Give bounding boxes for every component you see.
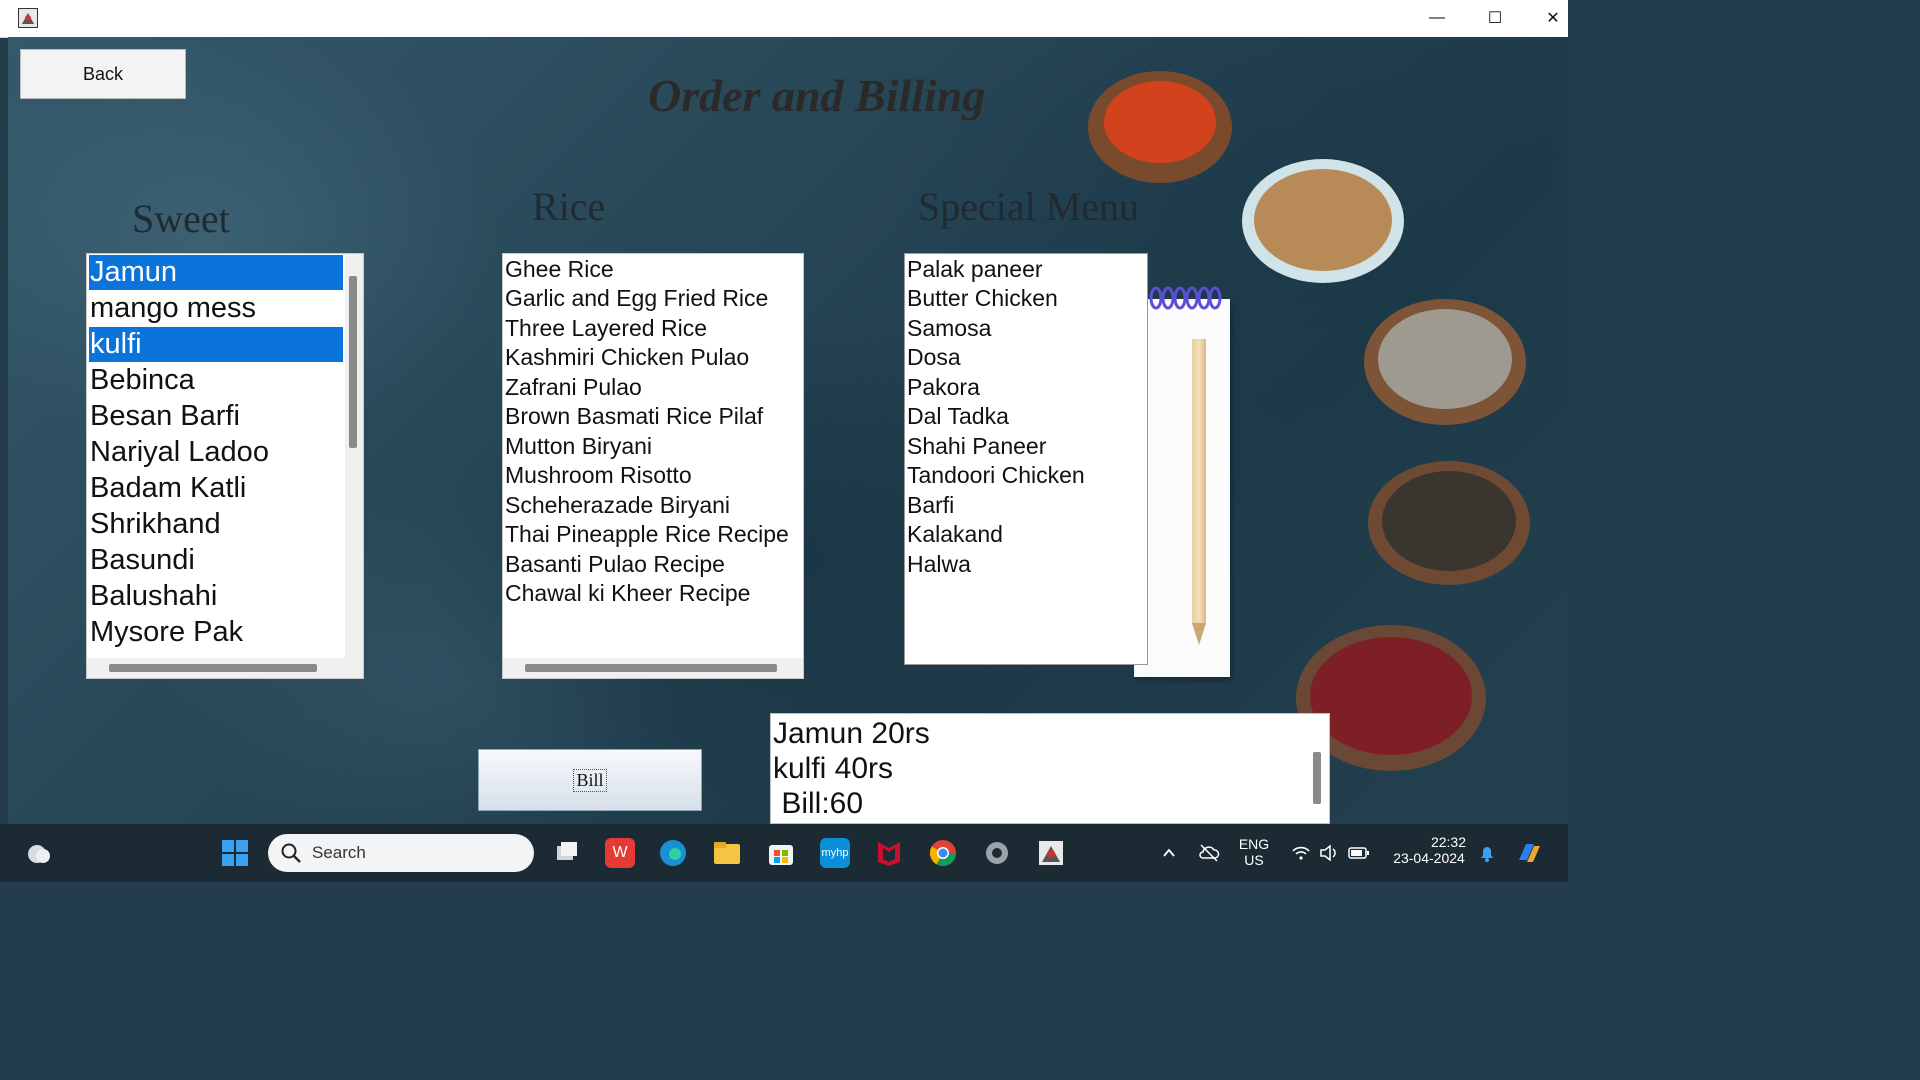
battery-icon[interactable] [1344,838,1374,868]
myhp-icon[interactable]: myhp [820,838,850,868]
rice-list-item[interactable]: Chawal ki Kheer Recipe [505,579,750,608]
taskbar: Search W myhp ENG US 22:32 23-04-2024 [0,824,1568,882]
bill-output-line: Jamun 20rs [773,717,930,750]
spice-bowl-image [1242,159,1404,283]
rice-list-item[interactable]: Brown Basmati Rice Pilaf [505,402,763,431]
rice-list-item[interactable]: Scheherazade Biryani [505,491,730,520]
pencil-image [1192,339,1206,625]
maximize-button[interactable]: ☐ [1472,4,1518,32]
chevron-up-icon[interactable] [1154,838,1184,868]
rice-list-item[interactable]: Basanti Pulao Recipe [505,550,725,579]
spice-bowl-image [1368,461,1530,585]
bill-output-textarea[interactable]: Jamun 20rs kulfi 40rs Bill:60 [770,713,1330,824]
task-view-icon[interactable] [552,838,582,868]
sweet-list-item[interactable]: Bebinca [89,363,343,398]
special-menu-list-item[interactable]: Pakora [907,373,980,402]
pencil-tip-image [1192,623,1206,645]
bill-output-line: kulfi 40rs [773,752,894,785]
sweet-list-item[interactable]: Nariyal Ladoo [89,435,343,470]
sweet-list-horizontal-scroll-thumb[interactable] [109,664,317,672]
sweet-list-item[interactable]: kulfi [89,327,343,362]
sweet-list[interactable]: Jamun mango mess kulfi Bebinca Besan Bar… [86,253,364,679]
special-menu-list[interactable]: Palak paneer Butter Chicken Samosa Dosa … [904,253,1148,665]
microsoft-store-icon[interactable] [766,838,796,868]
special-menu-list-item[interactable]: Tandoori Chicken [907,461,1085,490]
volume-icon[interactable] [1314,838,1344,868]
rice-list-item[interactable]: Three Layered Rice [505,314,707,343]
mcafee-icon[interactable] [874,838,904,868]
spice-bowl-image [1364,299,1526,425]
bill-output-line: Bill:60 [773,787,864,820]
special-menu-list-item[interactable]: Shahi Paneer [907,432,1046,461]
edge-icon[interactable] [658,838,688,868]
special-menu-list-item[interactable]: Samosa [907,314,991,343]
special-menu-list-item[interactable]: Dosa [907,343,961,372]
sweet-list-vertical-scroll-thumb[interactable] [349,276,357,448]
clock-time: 22:32 [1430,834,1466,850]
back-button[interactable]: Back [20,49,186,99]
language-line1: ENG [1238,836,1270,852]
rice-list[interactable]: Ghee Rice Garlic and Egg Fried Rice Thre… [502,253,804,679]
clock[interactable]: 22:32 23-04-2024 [1384,834,1474,866]
notification-bell-icon[interactable] [1472,838,1502,868]
search-icon [281,843,301,863]
java-app-icon [18,8,38,28]
bill-output-scroll-thumb[interactable] [1313,752,1321,804]
notepad-spiral-image [1149,286,1222,310]
clock-date: 23-04-2024 [1393,850,1465,866]
copilot-icon[interactable] [1514,838,1544,868]
rice-list-item[interactable]: Zafrani Pulao [505,373,642,402]
special-menu-list-item[interactable]: Barfi [907,491,954,520]
sweet-section-title: Sweet [132,196,230,241]
language-indicator[interactable]: ENG US [1236,836,1272,868]
rice-list-item[interactable]: Garlic and Egg Fried Rice [505,284,768,313]
spice-bowl-image [1088,71,1232,183]
sweet-list-item[interactable]: Balushahi [89,579,343,614]
wifi-icon[interactable] [1286,838,1316,868]
start-icon[interactable] [220,838,250,868]
sweet-list-item[interactable]: Badam Katli [89,471,343,506]
close-button[interactable]: ✕ [1530,4,1576,32]
sweet-list-item[interactable]: Mysore Pak [89,615,343,650]
rice-section-title: Rice [532,184,606,229]
wps-office-icon[interactable]: W [605,838,635,868]
window-title-bar: — ☐ ✕ [0,0,1568,38]
rice-list-horizontal-scroll-thumb[interactable] [525,664,777,672]
rice-list-item[interactable]: Ghee Rice [505,255,614,284]
rice-list-item[interactable]: Mushroom Risotto [505,461,692,490]
weather-icon[interactable] [24,838,54,868]
minimize-button[interactable]: — [1414,4,1460,32]
sweet-list-item[interactable]: mango mess [89,291,343,326]
app-canvas: Back Order and Billing Sweet Rice Specia… [8,37,1568,824]
bill-button-label: Bill [573,768,607,792]
special-menu-list-item[interactable]: Butter Chicken [907,284,1058,313]
settings-icon[interactable] [982,838,1012,868]
special-menu-list-item[interactable]: Halwa [907,550,971,579]
bill-button[interactable]: Bill [478,749,702,811]
file-explorer-icon[interactable] [712,838,742,868]
rice-list-item[interactable]: Mutton Biryani [505,432,652,461]
sweet-list-item[interactable]: Shrikhand [89,507,343,542]
special-menu-section-title: Special Menu [918,184,1140,229]
sweet-list-item[interactable]: Jamun [89,255,343,290]
sweet-list-item[interactable]: Basundi [89,543,343,578]
sweet-list-item[interactable]: Besan Barfi [89,399,343,434]
notepad-image [1134,299,1230,677]
rice-list-item[interactable]: Kashmiri Chicken Pulao [505,343,749,372]
chrome-icon[interactable] [928,838,958,868]
java-app-icon[interactable] [1036,838,1066,868]
special-menu-list-item[interactable]: Dal Tadka [907,402,1009,431]
special-menu-list-item[interactable]: Palak paneer [907,255,1043,284]
page-title: Order and Billing [648,70,986,121]
taskbar-search-input[interactable]: Search [268,834,534,872]
special-menu-list-item[interactable]: Kalakand [907,520,1003,549]
language-line2: US [1244,852,1264,868]
search-label: Search [312,843,366,862]
rice-list-item[interactable]: Thai Pineapple Rice Recipe [505,520,789,549]
cloud-offline-icon[interactable] [1194,838,1224,868]
